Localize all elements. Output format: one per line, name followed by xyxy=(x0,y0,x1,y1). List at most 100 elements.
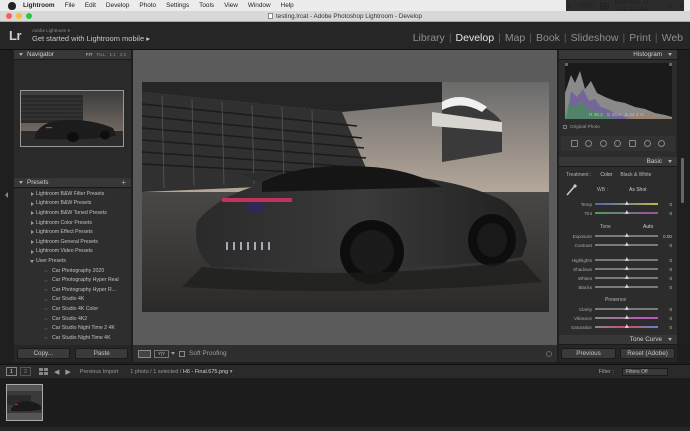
preset-folder-user[interactable]: User Presets xyxy=(14,256,131,266)
highlights-track[interactable] xyxy=(595,257,658,262)
module-book[interactable]: Book xyxy=(533,32,563,44)
exposure-track[interactable] xyxy=(595,233,658,238)
filter-select[interactable]: Filters Off xyxy=(622,367,668,376)
contrast-slider-row[interactable]: Contrast 0 xyxy=(561,241,675,249)
red-eye-icon[interactable] xyxy=(614,140,622,147)
wb-select[interactable]: As Shot xyxy=(629,187,647,193)
vibrance-track[interactable] xyxy=(595,315,658,320)
contrast-thumb[interactable] xyxy=(624,242,629,247)
temp-thumb[interactable] xyxy=(624,201,629,206)
vibrance-thumb[interactable] xyxy=(624,315,629,320)
filmstrip-info[interactable]: 1 photo / 1 selected / H6 - Final.675.pn… xyxy=(130,369,232,375)
preset-item[interactable]: ▭ Car Studio 4K xyxy=(14,295,131,305)
preset-item[interactable]: ▭ Car Studio 4K2 xyxy=(14,314,131,324)
treatment-black-white[interactable]: Black & White xyxy=(620,172,651,178)
blacks-value[interactable]: 0 xyxy=(658,285,672,290)
auto-tone-button[interactable]: Auto xyxy=(643,224,653,230)
highlights-slider-row[interactable]: Highlights 0 xyxy=(561,256,675,264)
histogram-chart[interactable] xyxy=(565,63,672,119)
preset-folder[interactable]: Lightroom Video Presets xyxy=(14,247,131,257)
module-print[interactable]: Print xyxy=(626,32,654,44)
reset-button[interactable]: Reset (Adobe) xyxy=(620,348,675,359)
photo-canvas[interactable] xyxy=(133,50,557,345)
blacks-slider-row[interactable]: Blacks 0 xyxy=(561,283,675,291)
shadows-thumb[interactable] xyxy=(624,266,629,271)
exposure-value[interactable]: 0.00 xyxy=(658,234,672,239)
menu-tools[interactable]: Tools xyxy=(199,2,214,9)
saturation-value[interactable]: 0 xyxy=(658,325,672,330)
tone-curve-header[interactable]: Tone Curve xyxy=(559,335,677,345)
crop-icon[interactable] xyxy=(585,140,593,147)
apple-icon[interactable] xyxy=(8,1,16,10)
right-panel-scrollbar[interactable] xyxy=(677,50,690,345)
left-panel-edge[interactable] xyxy=(0,50,14,362)
clarity-value[interactable]: 0 xyxy=(658,307,672,312)
module-web[interactable]: Web xyxy=(659,32,686,44)
original-photo-checkbox[interactable] xyxy=(563,124,567,129)
preset-folder[interactable]: Lightroom Color Presets xyxy=(14,218,131,228)
filename-dropdown-icon[interactable]: ▾ xyxy=(230,369,233,375)
module-develop[interactable]: Develop xyxy=(453,32,498,44)
loupe-view-icon[interactable] xyxy=(138,349,151,358)
zoom-1-1[interactable]: 1:1 xyxy=(109,52,115,57)
preset-item[interactable]: ▭ Car Studio Night Time 2 4K xyxy=(14,323,131,333)
temp-value[interactable]: 0 xyxy=(658,202,672,207)
treatment-color[interactable]: Color xyxy=(600,172,612,178)
tint-track[interactable] xyxy=(595,210,658,215)
tint-thumb[interactable] xyxy=(624,210,629,215)
zoom-1-3[interactable]: 1:3 xyxy=(120,52,126,57)
navigator-preview[interactable] xyxy=(20,90,124,147)
preset-folder[interactable]: Lightroom B&W Filter Presets xyxy=(14,189,131,199)
spotlight-search-icon[interactable] xyxy=(667,3,673,9)
navigator-header[interactable]: Navigator FIT FILL 1:1 1:3 xyxy=(14,50,131,60)
control-center-icon[interactable] xyxy=(679,3,684,9)
before-after-dropdown-icon[interactable] xyxy=(171,352,175,355)
paste-settings-button[interactable]: Paste xyxy=(75,348,129,359)
histogram-header[interactable]: Histogram xyxy=(559,50,677,60)
menu-edit[interactable]: Edit xyxy=(85,2,96,9)
graduated-filter-icon[interactable] xyxy=(629,140,637,147)
temp-slider-row[interactable]: Temp 0 xyxy=(561,200,675,208)
menu-develop[interactable]: Develop xyxy=(106,2,129,9)
vibrance-slider-row[interactable]: Vibrance 0 xyxy=(561,314,675,322)
forward-arrow-icon[interactable]: ▶ xyxy=(65,368,70,376)
spot-removal-icon[interactable] xyxy=(599,140,607,147)
radial-filter-icon[interactable] xyxy=(643,140,651,147)
presets-header[interactable]: Presets + xyxy=(14,178,131,188)
original-photo-toggle[interactable]: Original Photo xyxy=(563,124,600,129)
clarity-track[interactable] xyxy=(595,306,658,311)
copy-settings-button[interactable]: Copy... xyxy=(16,348,70,359)
whites-value[interactable]: 0 xyxy=(658,276,672,281)
preset-item[interactable]: ▭ Car Photography Hyper Real xyxy=(14,275,131,285)
highlights-thumb[interactable] xyxy=(624,257,629,262)
preset-folder[interactable]: Lightroom General Presets xyxy=(14,237,131,247)
shadows-slider-row[interactable]: Shadows 0 xyxy=(561,265,675,273)
preset-item[interactable]: ▭ Car Studio 4K Color xyxy=(14,304,131,314)
preset-item[interactable]: ▭ Car Studio Night Time 4K xyxy=(14,333,131,343)
preset-item[interactable]: ▭ Car Photography 2020 xyxy=(14,266,131,276)
menu-view[interactable]: View xyxy=(224,2,238,9)
filmstrip-thumbnail[interactable] xyxy=(6,384,43,421)
preset-folder[interactable]: Lightroom B&W Toned Presets xyxy=(14,208,131,218)
main-photo[interactable] xyxy=(142,82,549,312)
shadows-track[interactable] xyxy=(595,266,658,271)
identity-mobile-link[interactable]: Get started with Lightroom mobile ▸ xyxy=(32,34,150,43)
whites-thumb[interactable] xyxy=(624,275,629,280)
toolbar-menu-icon[interactable] xyxy=(546,350,552,357)
menu-app[interactable]: Lightroom xyxy=(23,2,55,9)
grid-icon[interactable] xyxy=(570,140,578,147)
blacks-thumb[interactable] xyxy=(624,284,629,289)
contrast-value[interactable]: 0 xyxy=(658,243,672,248)
collapse-left-icon[interactable] xyxy=(5,192,8,198)
module-map[interactable]: Map xyxy=(502,32,528,44)
grid-view-icon[interactable] xyxy=(39,368,48,375)
filmstrip-scrollbar[interactable] xyxy=(0,427,690,431)
basic-header[interactable]: Basic xyxy=(559,157,677,167)
preset-item[interactable]: ▭ Car Photography Hyper R... xyxy=(14,285,131,295)
preset-folder[interactable]: Lightroom B&W Presets xyxy=(14,199,131,209)
temp-track[interactable] xyxy=(595,201,658,206)
zoom-window-icon[interactable] xyxy=(26,13,32,19)
zoom-fit[interactable]: FIT xyxy=(86,52,93,57)
vibrance-value[interactable]: 0 xyxy=(658,316,672,321)
tint-slider-row[interactable]: Tint 0 xyxy=(561,209,675,217)
